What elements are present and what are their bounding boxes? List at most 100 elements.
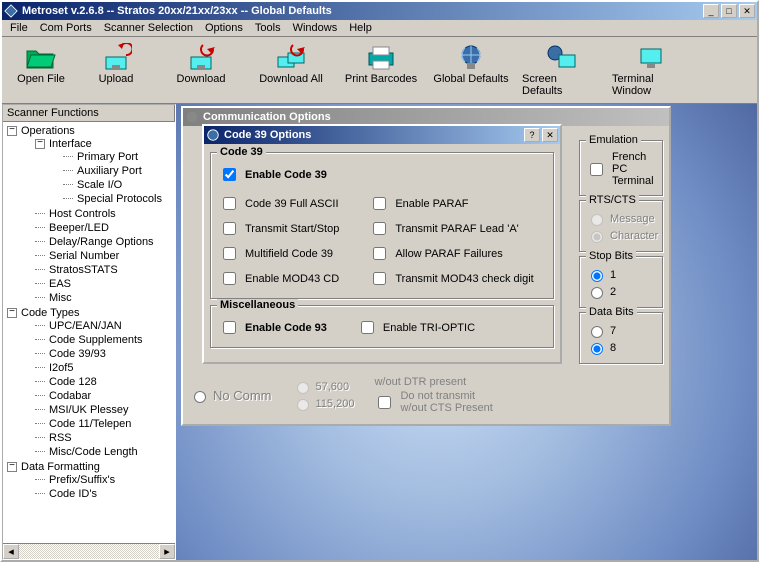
download-all-button[interactable]: Download All <box>246 41 336 99</box>
no-comm-radio[interactable] <box>194 391 206 403</box>
rtscts-character-radio <box>591 231 603 243</box>
tree-code-ids[interactable]: Code ID's <box>35 487 175 501</box>
print-barcodes-button[interactable]: Print Barcodes <box>336 41 426 99</box>
tree-upc-ean-jan[interactable]: UPC/EAN/JAN <box>35 319 175 333</box>
tree-prefix-suffix[interactable]: Prefix/Suffix's <box>35 473 175 487</box>
code39-close-button[interactable]: ✕ <box>542 128 558 142</box>
tree-data-formatting[interactable]: Data Formatting Prefix/Suffix's Code ID'… <box>7 460 175 502</box>
enable-tri-optic-checkbox[interactable] <box>361 321 374 334</box>
menu-tools[interactable]: Tools <box>255 22 281 34</box>
stopbits-2-radio[interactable] <box>591 287 603 299</box>
folder-open-icon <box>25 43 57 71</box>
menu-bar: File Com Ports Scanner Selection Options… <box>2 20 757 37</box>
code39-title: Code 39 Options <box>224 129 524 141</box>
tree-special-protocols[interactable]: Special Protocols <box>63 192 175 206</box>
tree-primary-port[interactable]: Primary Port <box>63 150 175 164</box>
main-titlebar: Metroset v.2.6.8 -- Stratos 20xx/21xx/23… <box>2 2 757 20</box>
tree-interface[interactable]: Interface Primary Port Auxiliary Port Sc… <box>35 137 175 207</box>
close-button[interactable]: ✕ <box>739 4 755 18</box>
tree-delay-range[interactable]: Delay/Range Options <box>35 235 175 249</box>
tree-beeper-led[interactable]: Beeper/LED <box>35 221 175 235</box>
enable-mod43-cd-checkbox[interactable] <box>223 272 236 285</box>
tree-i2of5[interactable]: I2of5 <box>35 361 175 375</box>
miscellaneous-group: Miscellaneous Enable Code 93 Enable TRI-… <box>210 305 554 348</box>
enable-code39-checkbox[interactable] <box>223 168 236 181</box>
stopbits-1-radio[interactable] <box>591 270 603 282</box>
tree-msi-uk-plessey[interactable]: MSI/UK Plessey <box>35 403 175 417</box>
download-all-icon <box>275 43 307 71</box>
tree-stratosstats[interactable]: StratosSTATS <box>35 263 175 277</box>
main-window: Metroset v.2.6.8 -- Stratos 20xx/21xx/23… <box>0 0 759 562</box>
tree-host-controls[interactable]: Host Controls <box>35 207 175 221</box>
tree-misc-code-length[interactable]: Misc/Code Length <box>35 445 175 459</box>
baud-57600-radio <box>297 382 309 394</box>
tree-code-types[interactable]: Code Types UPC/EAN/JAN Code Supplements … <box>7 306 175 460</box>
scroll-track[interactable] <box>19 544 159 559</box>
minimize-button[interactable]: _ <box>703 4 719 18</box>
maximize-button[interactable]: □ <box>721 4 737 18</box>
code39-full-ascii-checkbox[interactable] <box>223 197 236 210</box>
printer-icon <box>365 43 397 71</box>
terminal-window-button[interactable]: Terminal Window <box>606 41 696 99</box>
globe-icon <box>455 43 487 71</box>
sidebar-hscroll[interactable]: ◂ ▸ <box>3 543 175 559</box>
upload-icon <box>100 43 132 71</box>
tree-eas[interactable]: EAS <box>35 277 175 291</box>
menu-scanner-selection[interactable]: Scanner Selection <box>104 22 193 34</box>
code39-window-icon <box>206 128 220 142</box>
tree-view[interactable]: Operations Interface Primary Port Auxili… <box>3 122 175 543</box>
tree-scale-io[interactable]: Scale I/O <box>63 178 175 192</box>
open-file-button[interactable]: Open File <box>6 41 76 99</box>
tree-code-128[interactable]: Code 128 <box>35 375 175 389</box>
global-defaults-button[interactable]: Global Defaults <box>426 41 516 99</box>
comm-window-icon <box>185 110 199 124</box>
no-transmit-cts-checkbox[interactable] <box>378 396 391 409</box>
menu-options[interactable]: Options <box>205 22 243 34</box>
code39-group: Code 39 Enable Code 39 Code 39 Full ASCI… <box>210 152 554 299</box>
terminal-icon <box>635 43 667 71</box>
code39-titlebar[interactable]: Code 39 Options ? ✕ <box>204 126 560 144</box>
menu-file[interactable]: File <box>10 22 28 34</box>
databits-7-radio[interactable] <box>591 326 603 338</box>
tree-ops-misc[interactable]: Misc <box>35 291 175 305</box>
rtscts-message-radio <box>591 214 603 226</box>
download-icon <box>185 43 217 71</box>
window-title: Metroset v.2.6.8 -- Stratos 20xx/21xx/23… <box>22 5 703 17</box>
tree-codabar[interactable]: Codabar <box>35 389 175 403</box>
transmit-paraf-lead-a-checkbox[interactable] <box>373 222 386 235</box>
comm-title: Communication Options <box>203 111 667 123</box>
tree-code-supplements[interactable]: Code Supplements <box>35 333 175 347</box>
allow-paraf-failures-checkbox[interactable] <box>373 247 386 260</box>
enable-paraf-checkbox[interactable] <box>373 197 386 210</box>
menu-windows[interactable]: Windows <box>293 22 338 34</box>
tree-operations[interactable]: Operations Interface Primary Port Auxili… <box>7 124 175 306</box>
tree-serial-number[interactable]: Serial Number <box>35 249 175 263</box>
code39-help-button[interactable]: ? <box>524 128 540 142</box>
transmit-start-stop-checkbox[interactable] <box>223 222 236 235</box>
upload-button[interactable]: Upload <box>76 41 156 99</box>
transmit-mod43-check-digit-checkbox[interactable] <box>373 272 386 285</box>
databits-8-radio[interactable] <box>591 343 603 355</box>
app-icon <box>4 4 18 18</box>
sidebar: Scanner Functions Operations Interface P… <box>2 104 176 560</box>
multifield-code39-checkbox[interactable] <box>223 247 236 260</box>
emulation-group: Emulation French PC Terminal <box>579 140 663 196</box>
tree-rss[interactable]: RSS <box>35 431 175 445</box>
scroll-left-button[interactable]: ◂ <box>3 544 19 559</box>
menu-comports[interactable]: Com Ports <box>40 22 92 34</box>
comm-lower-panel: No Comm 57,600 115,200 w/out DTR present… <box>189 374 573 416</box>
scroll-right-button[interactable]: ▸ <box>159 544 175 559</box>
databits-group: Data Bits 7 8 <box>579 312 663 364</box>
french-pc-terminal-checkbox[interactable] <box>590 163 603 176</box>
download-button[interactable]: Download <box>156 41 246 99</box>
tree-code-39-93[interactable]: Code 39/93 <box>35 347 175 361</box>
sidebar-header: Scanner Functions <box>3 105 175 122</box>
rtscts-group: RTS/CTS Message Character <box>579 200 663 252</box>
screen-defaults-icon <box>545 43 577 71</box>
screen-defaults-button[interactable]: Screen Defaults <box>516 41 606 99</box>
stopbits-group: Stop Bits 1 2 <box>579 256 663 308</box>
menu-help[interactable]: Help <box>349 22 372 34</box>
tree-auxiliary-port[interactable]: Auxiliary Port <box>63 164 175 178</box>
tree-code-11-telepen[interactable]: Code 11/Telepen <box>35 417 175 431</box>
enable-code93-checkbox[interactable] <box>223 321 236 334</box>
